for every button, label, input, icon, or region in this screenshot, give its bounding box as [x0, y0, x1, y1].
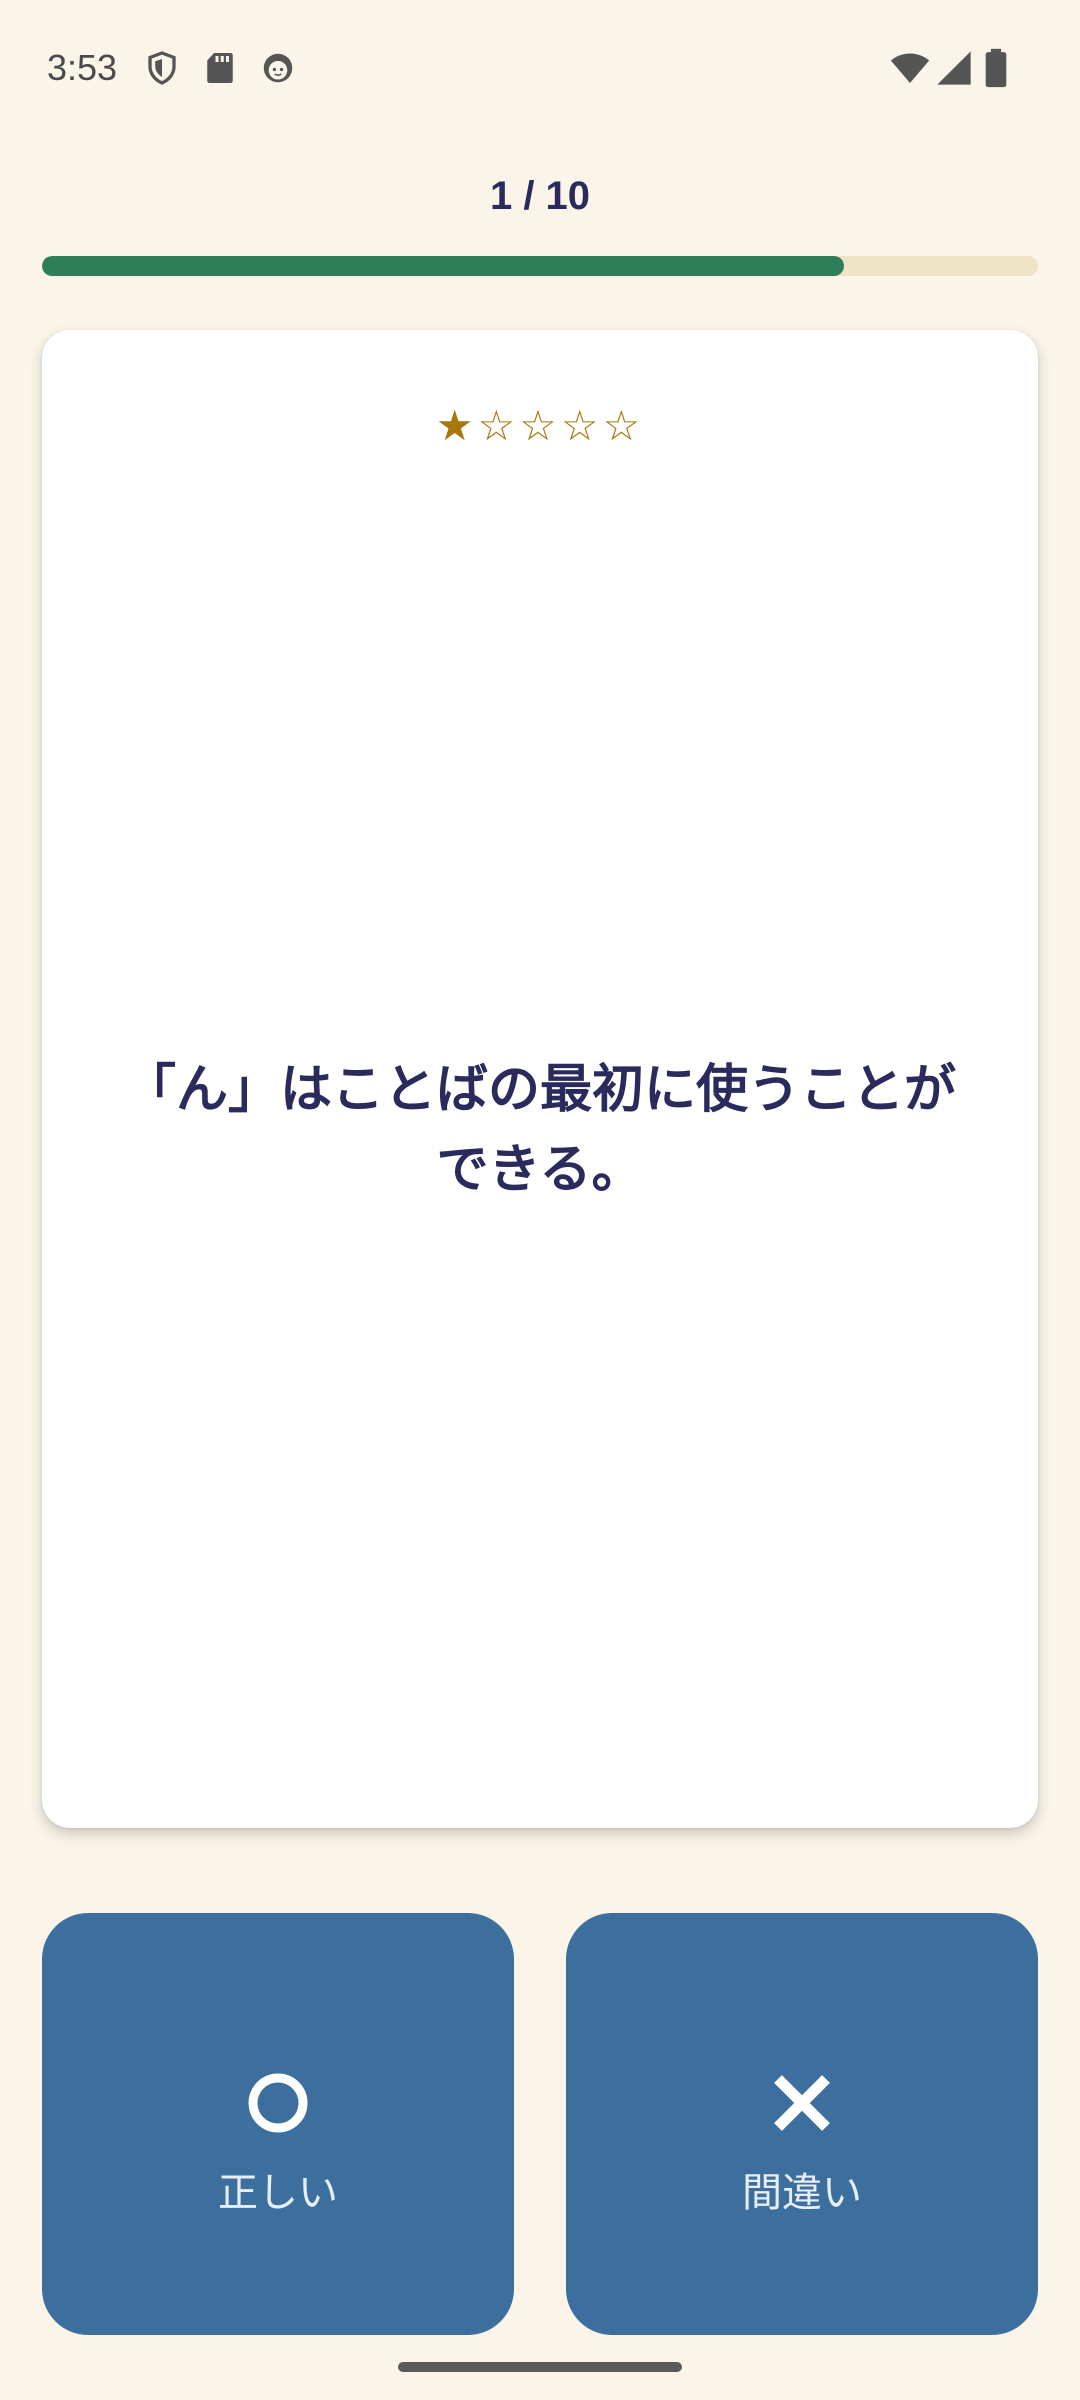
progress-bar-fill [42, 256, 844, 276]
correct-button[interactable]: 正しい [42, 1913, 514, 2335]
cell-signal-icon [934, 48, 974, 88]
cross-icon [566, 2058, 1038, 2148]
face-icon [260, 50, 296, 86]
wrong-button[interactable]: 間違い [566, 1913, 1038, 2335]
circle-icon [42, 2058, 514, 2148]
difficulty-stars: ★☆☆☆☆ [435, 401, 645, 450]
gesture-nav-bar[interactable] [398, 2362, 682, 2372]
sd-card-icon [202, 50, 238, 86]
progress-counter: 1 / 10 [489, 174, 591, 218]
status-time: 3:53 [47, 47, 118, 88]
question-card: ★☆☆☆☆ 「ん」はことばの最初に使うことができる。 [42, 330, 1038, 1828]
status-bar: 3:53 [0, 0, 1080, 140]
question-text: 「ん」はことばの最初に使うことができる。 [123, 1060, 956, 1200]
shield-icon [144, 50, 180, 86]
wrong-button-label: 間違い [742, 2170, 862, 2216]
progress-bar [42, 256, 1038, 276]
correct-button-label: 正しい [218, 2170, 338, 2216]
battery-icon [984, 48, 1008, 88]
wifi-icon [890, 48, 930, 88]
